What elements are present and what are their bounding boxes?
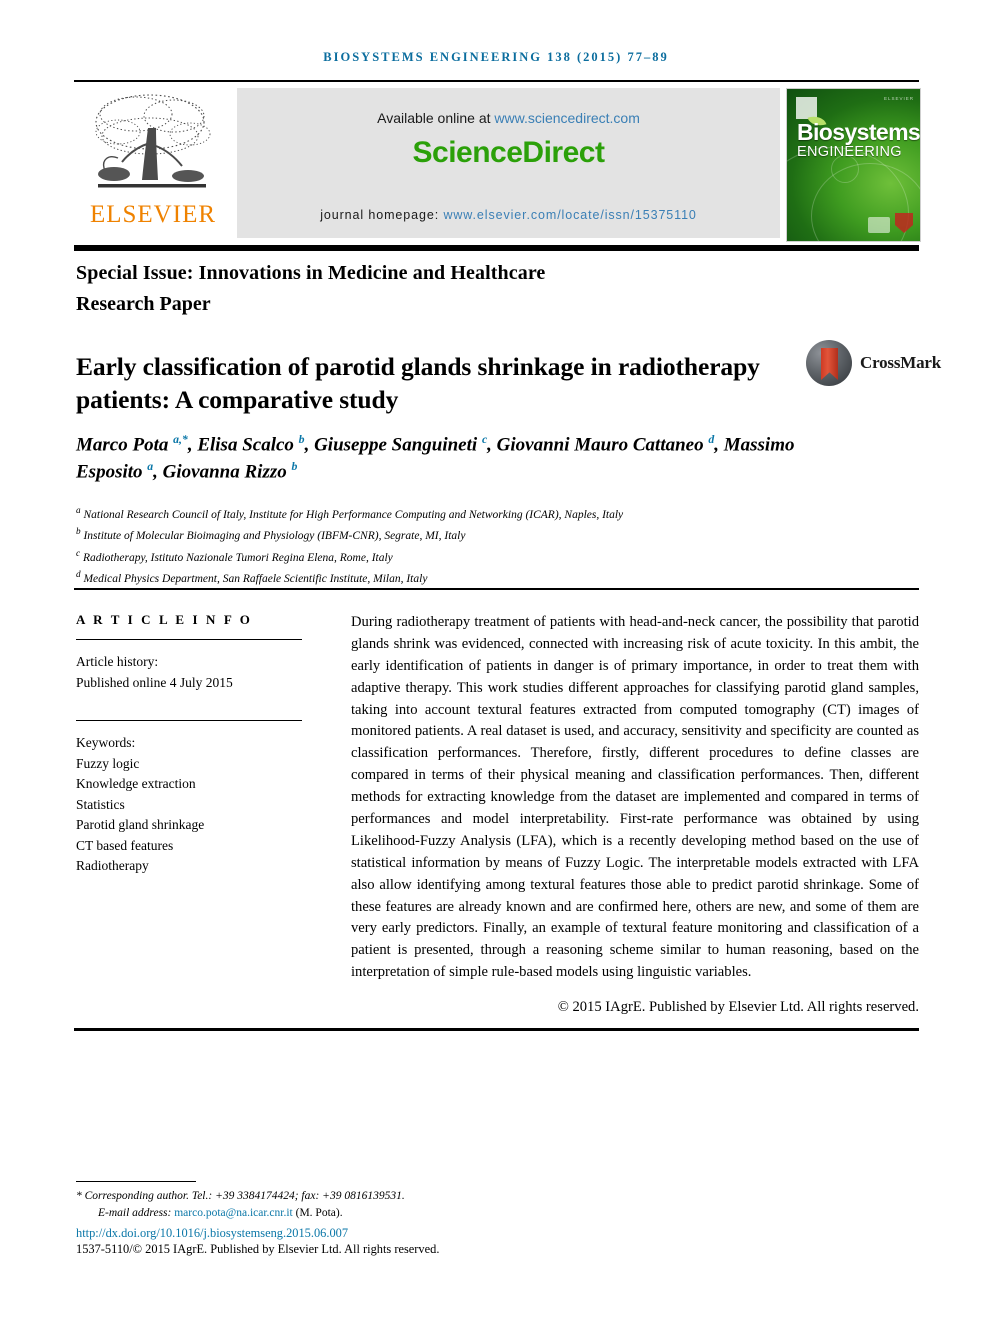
keyword-item: Statistics — [76, 796, 125, 812]
sciencedirect-banner: Available online at www.sciencedirect.co… — [237, 88, 780, 238]
email-label: E-mail address: — [98, 1207, 175, 1220]
author-name: Elisa Scalco — [197, 434, 299, 456]
keyword-item: Radiotherapy — [76, 858, 149, 874]
article-history-label: Article history: — [76, 654, 159, 669]
affiliation-item: d Medical Physics Department, San Raffae… — [76, 567, 896, 588]
cover-title-line1: Biosystems — [797, 119, 921, 145]
journal-homepage-line: journal homepage: www.elsevier.com/locat… — [237, 208, 780, 222]
affiliation-item: c Radiotherapy, Istituto Nazionale Tumor… — [76, 546, 896, 567]
keyword-item: Fuzzy logic — [76, 755, 140, 771]
affiliation-text: Radiotherapy, Istituto Nazionale Tumori … — [80, 551, 393, 564]
cover-title-line2: ENGINEERING — [797, 144, 902, 160]
elsevier-tree-icon — [78, 88, 228, 200]
affiliation-item: a National Research Council of Italy, In… — [76, 503, 896, 524]
cover-badge-icon — [868, 217, 890, 233]
available-online-line: Available online at www.sciencedirect.co… — [237, 110, 780, 126]
elsevier-logo: ELSEVIER — [74, 88, 232, 238]
article-history-value: Published online 4 July 2015 — [76, 674, 233, 690]
author-affiliation-marker: d — [708, 433, 715, 446]
article-info-heading: A R T I C L E I N F O — [76, 612, 253, 627]
author-affiliation-marker: b — [298, 433, 305, 446]
keyword-item: Parotid gland shrinkage — [76, 817, 205, 833]
article-info-divider — [76, 639, 302, 640]
cover-corner-text: ELSEVIER — [883, 96, 914, 101]
journal-cover-image: ELSEVIER Biosystems ENGINEERING — [786, 88, 921, 242]
article-info-column: A R T I C L E I N F O Article history: P… — [76, 612, 326, 877]
footnote-divider — [76, 1181, 196, 1182]
journal-homepage-link[interactable]: www.elsevier.com/locate/issn/15375110 — [443, 208, 696, 222]
keywords-block: Keywords: Fuzzy logic Knowledge extractio… — [76, 733, 326, 877]
author-name: Giuseppe Sanguineti — [314, 434, 482, 456]
masthead: ELSEVIER Available online at www.science… — [74, 80, 921, 242]
keywords-label: Keywords: — [76, 735, 136, 751]
author-name: Giovanna Rizzo — [162, 461, 292, 483]
article-type-label: Research Paper — [76, 293, 211, 315]
page-footer: * Corresponding author. Tel.: +39 338417… — [76, 1181, 776, 1257]
author-affiliation-marker: c — [481, 433, 488, 446]
author-affiliation-marker: a — [147, 460, 154, 474]
journal-homepage-prefix: journal homepage: — [320, 208, 444, 222]
paper-page: BIOSYSTEMS ENGINEERING 138 (2015) 77–89 — [0, 0, 992, 1323]
crossmark-badge[interactable]: CrossMark — [806, 338, 941, 390]
crossmark-icon — [806, 340, 852, 386]
keywords-items: Fuzzy logic Knowledge extraction Statistic… — [76, 754, 326, 877]
abstract-text: During radiotherapy treatment of patient… — [351, 614, 919, 981]
special-issue-label: Special Issue: Innovations in Medicine a… — [76, 262, 546, 284]
abstract-top-rule — [74, 588, 919, 590]
email-suffix: (M. Pota). — [292, 1207, 343, 1220]
cover-title: Biosystems ENGINEERING — [797, 121, 920, 160]
author-name: Giovanni Mauro Cattaneo — [496, 434, 709, 456]
available-online-prefix: Available online at — [377, 110, 495, 126]
article-history-block: Article history: Published online 4 July… — [76, 652, 326, 693]
doi-link[interactable]: http://dx.doi.org/10.1016/j.biosystemsen… — [76, 1226, 776, 1241]
crossmark-label: CrossMark — [860, 353, 941, 372]
abstract-bottom-rule — [74, 1028, 919, 1031]
header-thick-rule — [74, 245, 919, 251]
author-affiliation-marker: b — [291, 460, 298, 474]
sciencedirect-link[interactable]: www.sciencedirect.com — [494, 110, 640, 126]
author-name: Marco Pota — [76, 434, 174, 456]
elsevier-wordmark: ELSEVIER — [89, 201, 217, 228]
email-note: E-mail address: marco.pota@na.icar.cnr.i… — [76, 1205, 776, 1222]
keywords-divider — [76, 720, 302, 722]
affiliation-text: National Research Council of Italy, Inst… — [80, 508, 624, 521]
affiliation-list: a National Research Council of Italy, In… — [76, 503, 896, 589]
keyword-item: Knowledge extraction — [76, 776, 196, 792]
affiliation-text: Medical Physics Department, San Raffaele… — [80, 573, 428, 586]
affiliation-item: b Institute of Molecular Bioimaging and … — [76, 524, 896, 545]
abstract-section: During radiotherapy treatment of patient… — [351, 612, 919, 1019]
running-head: BIOSYSTEMS ENGINEERING 138 (2015) 77–89 — [323, 50, 669, 64]
email-link[interactable]: marco.pota@na.icar.cnr.it — [174, 1207, 293, 1219]
author-list: Marco Pota a,*, Elisa Scalco b, Giuseppe… — [76, 433, 795, 483]
sciencedirect-logo: ScienceDirect — [412, 136, 605, 169]
affiliation-text: Institute of Molecular Bioimaging and Ph… — [80, 530, 466, 543]
corresponding-author-note: * Corresponding author. Tel.: +39 338417… — [76, 1190, 405, 1202]
keyword-item: CT based features — [76, 837, 174, 853]
page-title: Early classification of parotid glands s… — [76, 352, 760, 414]
copyright-line: © 2015 IAgrE. Published by Elsevier Ltd.… — [557, 999, 919, 1016]
author-affiliation-marker: a,* — [173, 433, 188, 446]
issn-copyright-line: 1537-5110/© 2015 IAgrE. Published by Els… — [76, 1241, 440, 1256]
crossmark-ribbon-icon — [821, 348, 838, 380]
